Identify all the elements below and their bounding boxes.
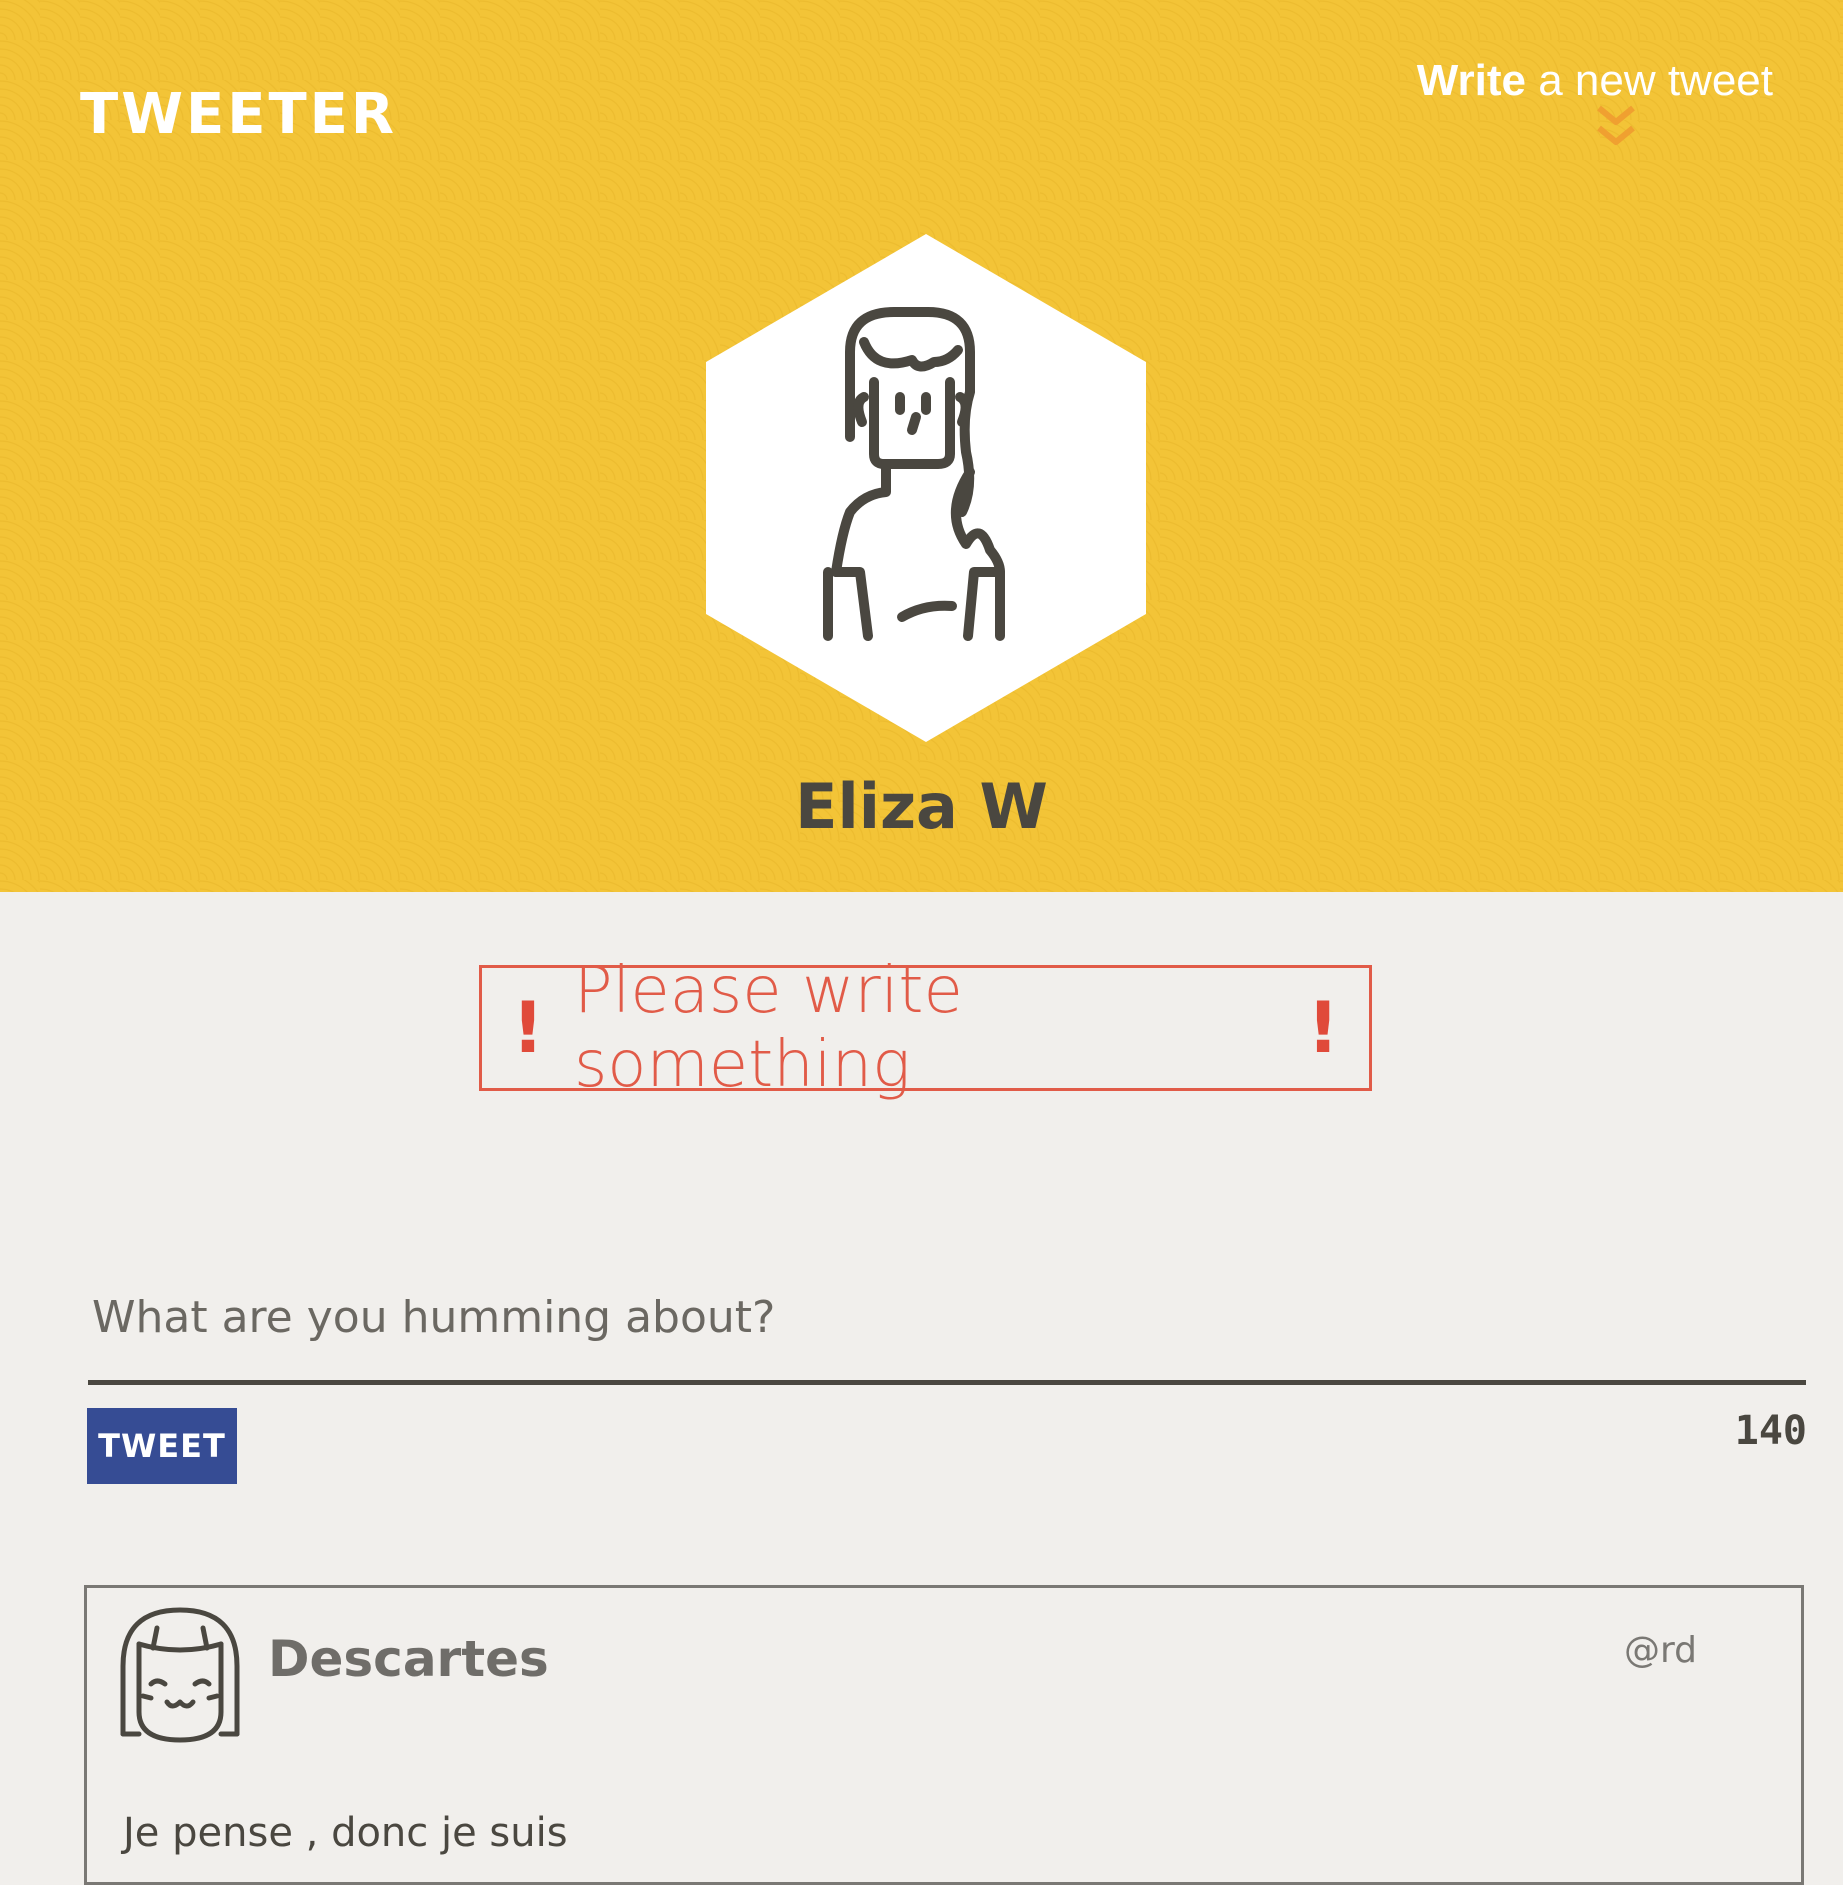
compose-link-strong: Write: [1416, 56, 1526, 105]
character-counter: 140: [1734, 1408, 1807, 1454]
double-chevron-down-icon[interactable]: [1593, 102, 1639, 152]
profile-avatar: [706, 234, 1146, 742]
smiling-face-avatar-icon: [120, 1607, 240, 1743]
exclamation-icon-right: !: [1307, 987, 1339, 1069]
exclamation-icon-left: !: [512, 987, 544, 1069]
app-logo[interactable]: TWEETER: [80, 82, 397, 147]
error-message-box: ! Please write something !: [479, 954, 1372, 1102]
tweet-button[interactable]: TWEET: [87, 1408, 237, 1484]
profile-name: Eliza W: [795, 770, 1048, 843]
error-message-text: Please write something: [573, 954, 963, 1102]
compose-link-rest: a new tweet: [1525, 56, 1773, 105]
tweet-handle[interactable]: @rd: [1624, 1630, 1697, 1671]
tweet-text: Je pense , donc je suis: [123, 1810, 568, 1856]
tweet-card: Descartes @rd Je pense , donc je suis: [84, 1585, 1804, 1885]
write-new-tweet-link[interactable]: Write a new tweet: [1417, 56, 1773, 106]
profile-header: TWEETER Write a new tweet Eliza W: [0, 0, 1843, 892]
tweet-author[interactable]: Descartes: [268, 1630, 549, 1688]
tweet-input[interactable]: [88, 1255, 1806, 1385]
